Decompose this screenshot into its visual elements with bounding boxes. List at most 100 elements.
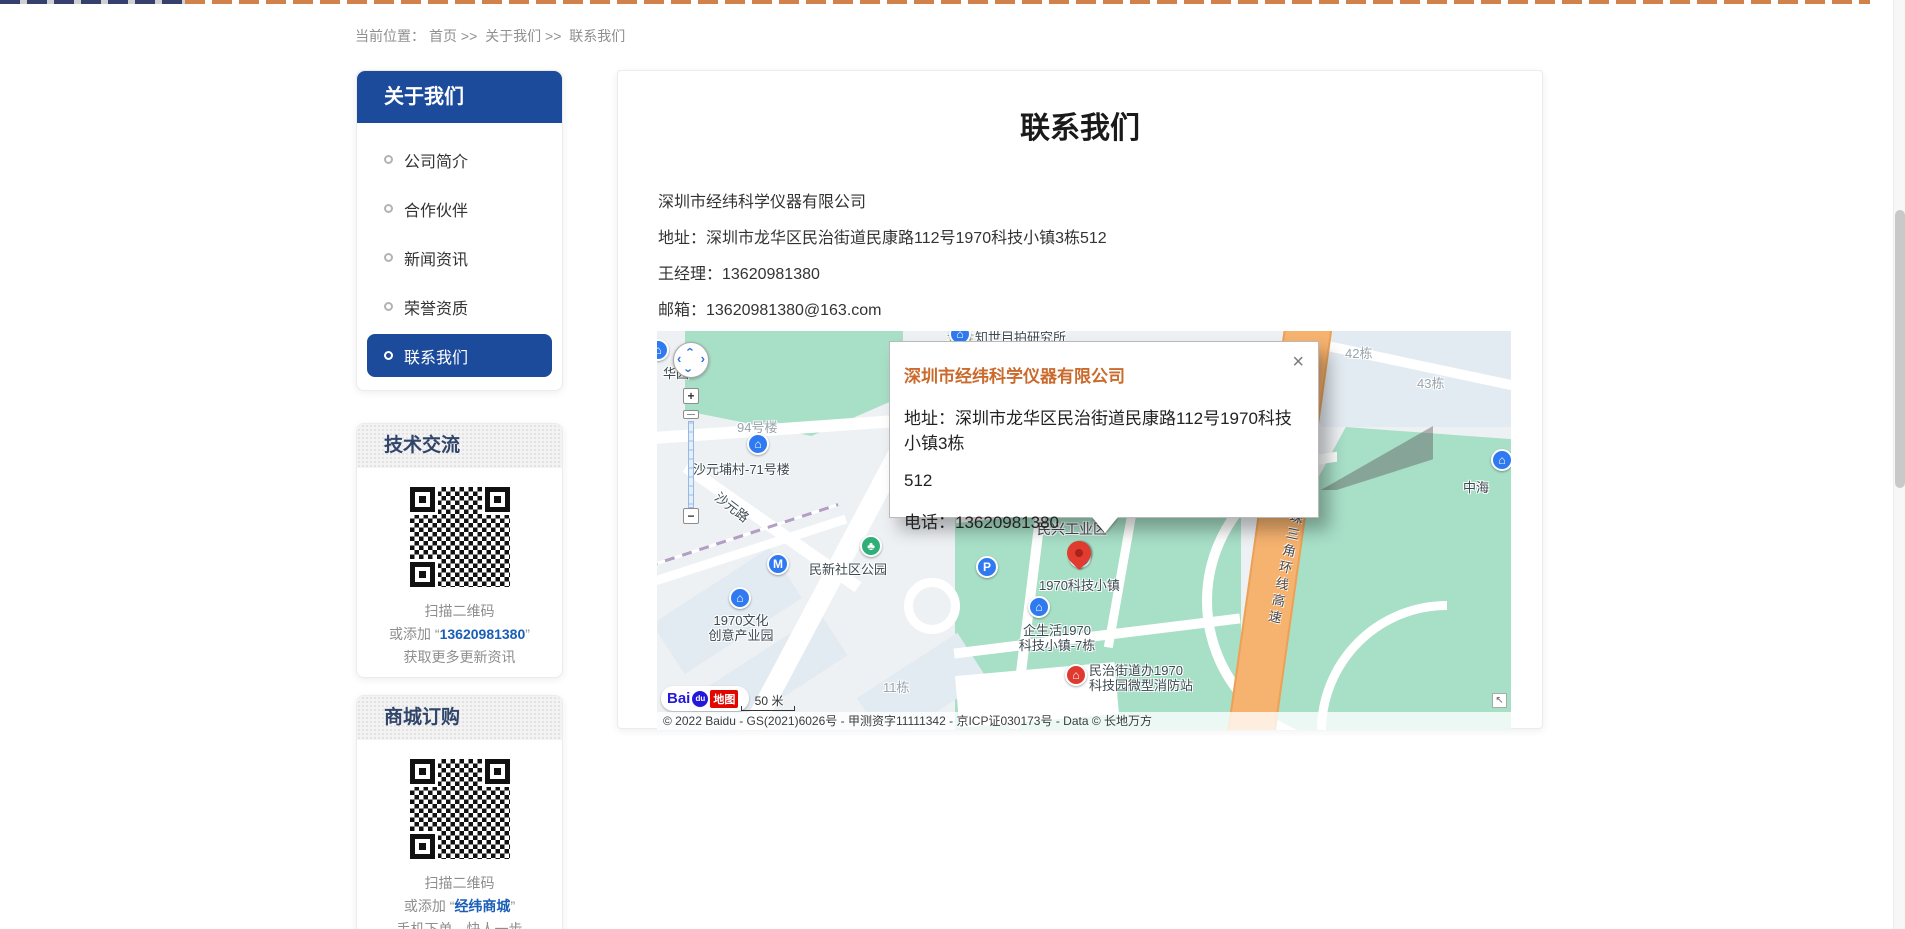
caption-prefix: 或添加 “ (404, 898, 455, 914)
qr-finder-icon (485, 759, 510, 784)
pan-down-icon[interactable]: › (682, 368, 697, 372)
caption-line: 获取更多更新资讯 (357, 646, 562, 669)
map-copyright: © 2022 Baidu - GS(2021)6026号 - 甲测资字11111… (657, 712, 1511, 730)
sidebar-item-label: 荣誉资质 (404, 295, 468, 319)
building-icon: ⌂ (729, 587, 751, 609)
baidu-map-badge: 地图 (710, 690, 738, 708)
tech-exchange-title: 技术交流 (357, 424, 562, 468)
manager-phone: 王经理：13620981380 (658, 257, 1542, 293)
about-menu-card: 关于我们 公司简介 合作伙伴 新闻资讯 荣誉资质 联系我们 (356, 70, 563, 391)
sidebar-item-label: 公司简介 (404, 148, 468, 172)
sidebar-item-label: 联系我们 (404, 344, 468, 368)
about-menu: 公司简介 合作伙伴 新闻资讯 荣誉资质 联系我们 (357, 123, 562, 377)
sidebar-item-company-profile[interactable]: 公司简介 (357, 135, 562, 184)
park-icon: ♣ (860, 535, 882, 557)
qr-finder-icon (410, 487, 435, 512)
company-name: 深圳市经纬科学仪器有限公司 (658, 185, 1542, 221)
map-park-loop (904, 578, 960, 634)
page-scrollbar[interactable] (1893, 0, 1905, 929)
popup-tail (1092, 517, 1118, 533)
map-label-qishenghuo: 企生活1970 科技小镇-7栋 (995, 623, 1119, 653)
zoom-slider-handle[interactable] (683, 410, 699, 419)
caption-line: 或添加 “经纬商城” (357, 895, 562, 918)
sidebar-item-contact-active[interactable]: 联系我们 (367, 334, 552, 377)
company-address: 地址：深圳市龙华区民治街道民康路112号1970科技小镇3栋512 (658, 221, 1542, 257)
map-label-zhonghai: 中海 (1463, 477, 1489, 496)
about-menu-title: 关于我们 (357, 71, 562, 123)
breadcrumb-section-link[interactable]: 关于我们 (485, 28, 541, 44)
map-label-techtown: 1970科技小镇 (1039, 575, 1120, 594)
map-label-line: 1970文化 (714, 613, 769, 628)
sidebar-item-honors[interactable]: 荣誉资质 (357, 282, 562, 331)
map-label-b42: 42栋 (1345, 343, 1372, 362)
strip-blue-dashes (0, 0, 185, 4)
caption-mall-name: 经纬商城 (454, 898, 510, 914)
popup-company-title: 深圳市经纬科学仪器有限公司 (904, 362, 1298, 387)
map-label-line: 企生活1970 (1023, 623, 1091, 638)
caption-phone: 13620981380 (440, 626, 526, 642)
contact-content-card: 联系我们 深圳市经纬科学仪器有限公司 地址：深圳市龙华区民治街道民康路112号1… (617, 70, 1543, 729)
breadcrumb-home-link[interactable]: 首页 (429, 28, 457, 44)
pan-up-icon[interactable]: › (682, 347, 697, 351)
map-scale-bar (741, 706, 795, 711)
map-label-wenchuang: 1970文化 创意产业园 (685, 613, 797, 643)
map-label-line: 创意产业园 (708, 628, 773, 643)
qr-finder-icon (485, 487, 510, 512)
parking-icon: P (976, 556, 998, 578)
mall-order-card: 商城订购 扫描二维码 或添加 “经纬商城” 手机下单，快人一步 (356, 695, 563, 929)
caption-line: 扫描二维码 (357, 600, 562, 623)
baidu-maps-logo[interactable]: Bai du 地图 (661, 686, 749, 711)
map-label-line: 科技园微型消防站 (1089, 678, 1193, 693)
map-pan-control[interactable]: › › ‹ › (673, 342, 709, 378)
bullet-icon (384, 302, 393, 311)
tech-qr-code (407, 484, 513, 590)
baidu-map[interactable]: 珠三角环线高速 76栋 94号楼 11栋 42栋 43栋 ⌂ 知世目拍研究所 ⌂… (657, 331, 1511, 730)
popup-close-icon[interactable]: × (1292, 352, 1304, 372)
zoom-slider-track[interactable] (688, 421, 694, 508)
breadcrumb-current[interactable]: 联系我们 (569, 28, 625, 44)
breadcrumb-separator: >> (461, 28, 477, 44)
mall-qr-caption: 扫描二维码 或添加 “经纬商城” 手机下单，快人一步 (357, 872, 562, 929)
popup-address-line2: 512 (904, 471, 1298, 491)
baidu-logo-text: Bai (667, 690, 690, 707)
map-label-shayuanbu: 沙元埔村-71号楼 (693, 459, 790, 478)
map-label-line: 民治街道办1970 (1089, 663, 1183, 678)
caption-suffix: ” (525, 626, 530, 642)
sidebar-item-label: 合作伙伴 (404, 197, 468, 221)
bullet-icon (384, 351, 393, 360)
building-icon: ⌂ (1028, 596, 1050, 618)
caption-line: 扫描二维码 (357, 872, 562, 895)
caption-line: 手机下单，快人一步 (357, 918, 562, 929)
breadcrumb-separator: >> (545, 28, 561, 44)
caption-suffix: ” (510, 898, 515, 914)
tech-qr-caption: 扫描二维码 或添加 “13620981380” 获取更多更新资讯 (357, 600, 562, 669)
building-icon: ⌂ (657, 339, 669, 361)
bullet-icon (384, 253, 393, 262)
page-title: 联系我们 (618, 71, 1542, 145)
sidebar-item-partners[interactable]: 合作伙伴 (357, 184, 562, 233)
map-label-park: 民新社区公园 (809, 559, 887, 578)
pan-left-icon[interactable]: ‹ (677, 351, 681, 366)
breadcrumb-prefix: 当前位置： (355, 28, 425, 44)
qr-finder-icon (410, 759, 435, 784)
map-label-b43: 43栋 (1417, 373, 1444, 392)
zoom-out-button[interactable]: − (683, 508, 699, 524)
map-label-line: 科技小镇-7栋 (1019, 638, 1096, 653)
pan-right-icon[interactable]: › (701, 351, 705, 366)
bullet-icon (384, 155, 393, 164)
scrollbar-thumb[interactable] (1895, 210, 1905, 488)
map-overview-icon[interactable]: ↖ (1492, 693, 1507, 708)
map-label-fire-station: 民治街道办1970 科技园微型消防站 (1089, 663, 1193, 693)
building-icon: ⌂ (1491, 449, 1511, 471)
caption-line: 或添加 “13620981380” (357, 623, 562, 646)
company-email: 邮箱：13620981380@163.com (658, 293, 1542, 329)
metro-station-icon: M (767, 553, 789, 575)
map-label-b11: 11栋 (883, 677, 910, 696)
sidebar-item-news[interactable]: 新闻资讯 (357, 233, 562, 282)
qr-finder-icon (410, 562, 435, 587)
caption-prefix: 或添加 “ (389, 626, 440, 642)
mall-order-title: 商城订购 (357, 696, 562, 740)
zoom-in-button[interactable]: + (683, 388, 699, 404)
popup-address-line1: 地址：深圳市龙华区民治街道民康路112号1970科技小镇3栋 (904, 404, 1298, 454)
strip-orange-dashes (185, 0, 1870, 4)
